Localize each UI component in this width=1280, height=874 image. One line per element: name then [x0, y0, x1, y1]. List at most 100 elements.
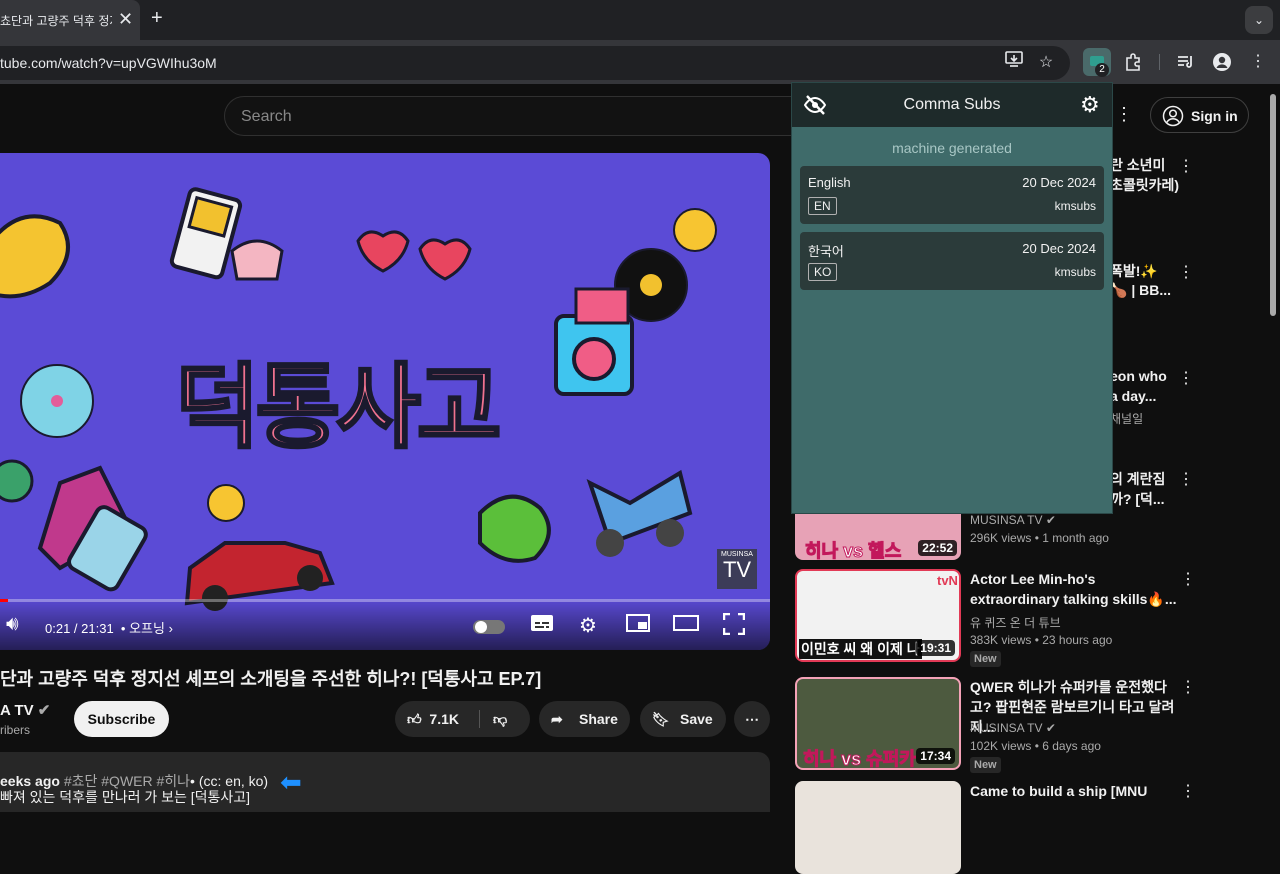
- subtitle-source: kmsubs: [1054, 265, 1096, 279]
- new-tab-icon[interactable]: +: [151, 7, 163, 30]
- thumbs-up-icon: 👍︎: [407, 711, 422, 727]
- browser-tab-strip: 쵸단과 고량주 덕후 정지 ✕ + ⌄: [0, 0, 1280, 40]
- like-divider: [479, 710, 480, 728]
- thumbnail-caption: 히나 vs 헬스: [804, 541, 902, 561]
- popup-header: Comma Subs ⚙: [792, 83, 1112, 127]
- url-text[interactable]: tube.com/watch?v=upVGWIhu3oM: [0, 55, 217, 71]
- partial-title-6[interactable]: a day...: [1110, 388, 1156, 404]
- channel-name-text[interactable]: MUSINSA TV: [970, 513, 1042, 527]
- description-text: 빠져 있는 덕후를 만나러 가 보는 [덕통사고]: [0, 789, 251, 805]
- subtitle-option-english[interactable]: English 20 Dec 2024 EN kmsubs: [800, 166, 1104, 224]
- thumbs-down-icon: 👎︎: [493, 711, 508, 727]
- video-thumbnail[interactable]: tvN 이민호 씨 왜 이제 나 19:31: [795, 569, 961, 662]
- channel-name[interactable]: MUSINSA TV ✔: [970, 513, 1056, 527]
- captions-icon[interactable]: [530, 613, 554, 639]
- tab-title: 쵸단과 고량주 덕후 정지: [0, 14, 112, 28]
- dislike-button[interactable]: 👎︎: [493, 701, 507, 737]
- channel-name-text[interactable]: MUSINSA TV: [970, 721, 1042, 735]
- more-icon[interactable]: ⋮: [1178, 156, 1194, 176]
- video-title: 단과 고량주 덕후 정지선 셰프의 소개팅을 주선한 히나?! [덕통사고 EP…: [0, 669, 542, 689]
- partial-title-2[interactable]: 초콜릿카레): [1110, 175, 1179, 195]
- toolbar-divider: [1159, 54, 1160, 70]
- browser-menu-icon[interactable]: ⋮: [1244, 48, 1272, 76]
- time-display: 0:21 / 21:31 • 오프닝 ›: [45, 621, 173, 636]
- verified-icon: ✔: [37, 702, 51, 719]
- extension-badge: 2: [1095, 63, 1109, 77]
- theater-mode-icon[interactable]: [673, 613, 699, 639]
- account-icon: [1162, 105, 1184, 127]
- subtitle-option-korean[interactable]: 한국어 20 Dec 2024 KO kmsubs: [800, 232, 1104, 290]
- thumbnail-caption: 이민호 씨 왜 이제 나: [799, 639, 922, 659]
- video-player[interactable]: 덕통사고 MUSINSA TV 🔊︎ 0:21 / 21:31 • 오프닝 › …: [0, 153, 770, 650]
- partial-channel[interactable]: 채널일: [1110, 410, 1143, 427]
- settings-gear-icon[interactable]: ⚙: [579, 613, 597, 638]
- tab-search-button[interactable]: ⌄: [1245, 6, 1273, 34]
- more-icon[interactable]: ⋮: [1178, 262, 1194, 282]
- install-app-icon[interactable]: [1000, 49, 1028, 77]
- video-thumbnail[interactable]: [795, 781, 961, 874]
- subtitle-language: English: [808, 175, 851, 190]
- channel-name[interactable]: 유 퀴즈 온 더 튜브: [970, 614, 1061, 631]
- more-actions-button[interactable]: ⋯: [734, 701, 770, 737]
- search-input[interactable]: Search: [224, 96, 824, 136]
- subtitle-language: 한국어: [808, 244, 844, 259]
- more-icon[interactable]: ⋮: [1180, 569, 1196, 589]
- popup-title: Comma Subs: [903, 96, 1001, 113]
- more-icon[interactable]: ⋮: [1180, 781, 1196, 801]
- video-title[interactable]: Actor Lee Min-ho's extraordinary talking…: [970, 569, 1180, 609]
- duration-badge: 22:52: [918, 540, 957, 556]
- profile-avatar-icon[interactable]: [1208, 48, 1236, 76]
- language-code-badge: EN: [808, 197, 837, 215]
- thumbnail-caption: 히나 vs 슈퍼카: [803, 749, 917, 769]
- close-tab-icon[interactable]: ✕: [118, 9, 133, 30]
- fullscreen-icon[interactable]: [722, 612, 746, 641]
- time-readout: 0:21 / 21:31: [45, 621, 114, 636]
- section-label: machine generated: [892, 140, 1012, 156]
- progress-bar[interactable]: [0, 599, 770, 602]
- subtitle-source: kmsubs: [1054, 199, 1096, 213]
- video-thumbnail[interactable]: 히나 vs 슈퍼카 17:34: [795, 677, 961, 770]
- share-button[interactable]: ➦ Share: [539, 701, 630, 737]
- settings-more-icon[interactable]: ⋮: [1115, 104, 1133, 125]
- like-button[interactable]: 👍︎ 7.1K: [407, 701, 459, 737]
- description-box[interactable]: eeks ago #쵸단 #QWER #히나• (cc: en, ko) ⬅ 빠…: [0, 752, 770, 812]
- address-bar[interactable]: tube.com/watch?v=upVGWIhu3oM ☆: [0, 46, 1070, 80]
- like-dislike-group: 👍︎ 7.1K 👎︎: [395, 701, 530, 737]
- save-label: Save: [680, 711, 713, 727]
- comma-subs-extension-icon[interactable]: 2: [1083, 48, 1111, 77]
- save-button[interactable]: 🔖︎ Save: [640, 701, 726, 737]
- more-icon[interactable]: ⋮: [1178, 469, 1194, 489]
- autoplay-toggle[interactable]: [473, 620, 505, 634]
- partial-title-5[interactable]: eon who: [1110, 368, 1167, 384]
- channel-name[interactable]: A TV ✔: [0, 701, 50, 719]
- bookmark-icon: 🔖︎: [652, 711, 670, 727]
- duration-badge: 19:31: [916, 640, 955, 656]
- more-icon[interactable]: ⋮: [1178, 368, 1194, 388]
- partial-title-3[interactable]: 폭발!✨: [1110, 261, 1158, 281]
- partial-title-4[interactable]: 🍗 | BB...: [1110, 282, 1171, 299]
- partial-title-1[interactable]: 란 소년미: [1110, 155, 1165, 175]
- channel-name-text[interactable]: A TV: [0, 702, 34, 719]
- video-title[interactable]: Came to build a ship [MNU: [970, 781, 1180, 801]
- more-icon[interactable]: ⋮: [1180, 677, 1196, 697]
- chapter-label[interactable]: • 오프닝: [121, 621, 165, 636]
- sign-in-button[interactable]: Sign in: [1150, 97, 1249, 133]
- partial-title-8[interactable]: 까? [덕...: [1110, 489, 1165, 509]
- page-scrollbar[interactable]: [1270, 94, 1276, 316]
- partial-title-7[interactable]: 의 계란짐: [1110, 469, 1165, 489]
- volume-icon[interactable]: 🔊︎: [6, 613, 19, 636]
- gear-icon[interactable]: ⚙: [1080, 92, 1100, 118]
- browser-tab-active[interactable]: 쵸단과 고량주 덕후 정지 ✕: [0, 0, 140, 40]
- verified-icon: ✔: [1045, 513, 1056, 527]
- media-control-icon[interactable]: [1172, 48, 1200, 76]
- miniplayer-icon[interactable]: [626, 613, 650, 639]
- musinsa-watermark: MUSINSA TV: [717, 549, 757, 589]
- extensions-puzzle-icon[interactable]: [1119, 48, 1147, 76]
- channel-name[interactable]: MUSINSA TV ✔: [970, 721, 1056, 735]
- subscribe-button[interactable]: Subscribe: [74, 701, 169, 737]
- bookmark-star-icon[interactable]: ☆: [1032, 49, 1060, 77]
- views-meta: 102K views • 6 days ago: [970, 739, 1101, 753]
- subtitle-date: 20 Dec 2024: [1022, 175, 1096, 190]
- show-logo: 덕통사고: [174, 356, 504, 461]
- arrow-left-icon: ⬅: [279, 767, 302, 797]
